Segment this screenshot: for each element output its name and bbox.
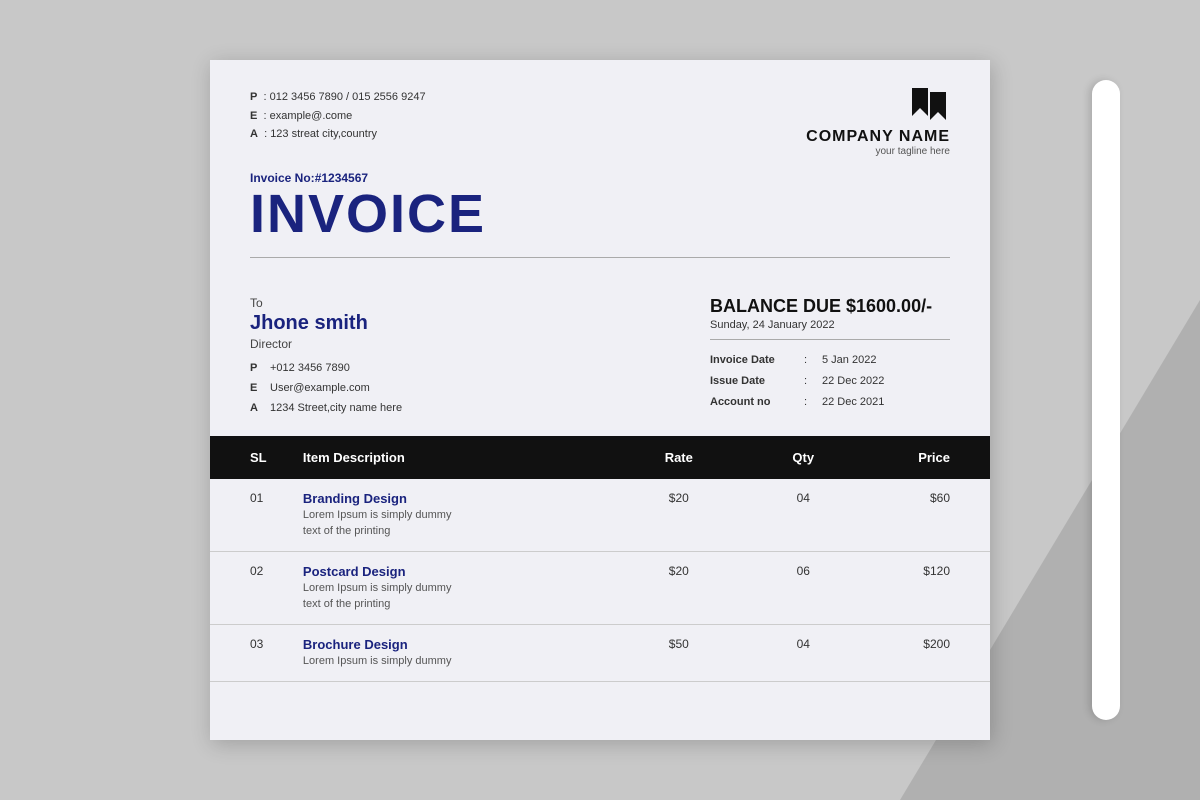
company-name: COMPANY NAME: [806, 128, 950, 146]
phone-label: P: [250, 91, 257, 103]
issue-date-row: Issue Date : 22 Dec 2022: [710, 371, 950, 392]
th-price: Price: [865, 436, 990, 479]
invoice-table: SL Item Description Rate Qty Price 01 Br…: [210, 436, 990, 682]
cell-sl: 01: [210, 479, 293, 551]
client-name: Jhone smith: [250, 312, 402, 335]
th-rate: Rate: [617, 436, 741, 479]
invoice-date-value: 5 Jan 2022: [822, 350, 876, 371]
issue-date-value: 22 Dec 2022: [822, 371, 884, 392]
cell-qty: 06: [741, 552, 865, 625]
cell-description: Branding Design Lorem Ipsum is simply du…: [293, 479, 617, 551]
balance-due: BALANCE DUE $1600.00/-: [710, 296, 950, 317]
invoice-number: #1234567: [315, 171, 368, 185]
cell-price: $60: [865, 479, 990, 551]
item-desc: Lorem Ipsum is simply dummytext of the p…: [303, 508, 607, 539]
client-phone-value: +012 3456 7890: [270, 359, 350, 379]
item-desc: Lorem Ipsum is simply dummytext of the p…: [303, 581, 607, 612]
client-address-value: 1234 Street,city name here: [270, 399, 402, 419]
company-tagline: your tagline here: [876, 146, 951, 157]
invoice-details: Invoice Date : 5 Jan 2022 Issue Date : 2…: [710, 350, 950, 413]
cell-rate: $20: [617, 479, 741, 551]
account-no-label: Account no: [710, 392, 800, 413]
client-email-row: E User@example.com: [250, 379, 402, 399]
email-label: E: [250, 110, 257, 122]
billing-row: To Jhone smith Director P +012 3456 7890…: [210, 296, 990, 418]
client-email-label: E: [250, 379, 264, 399]
cell-description: Postcard Design Lorem Ipsum is simply du…: [293, 552, 617, 625]
header-row: P : 012 3456 7890 / 015 2556 9247 E : ex…: [250, 88, 950, 157]
cell-qty: 04: [741, 624, 865, 681]
binder-spine: [1092, 80, 1120, 720]
bill-to-block: To Jhone smith Director P +012 3456 7890…: [250, 296, 402, 418]
item-desc: Lorem Ipsum is simply dummy: [303, 654, 607, 669]
header-divider: [250, 257, 950, 258]
email-line: E : example@.come: [250, 107, 426, 126]
contact-info: P : 012 3456 7890 / 015 2556 9247 E : ex…: [250, 88, 426, 144]
client-email-value: User@example.com: [270, 379, 370, 399]
th-description: Item Description: [293, 436, 617, 479]
table-row: 01 Branding Design Lorem Ipsum is simply…: [210, 479, 990, 551]
cell-sl: 03: [210, 624, 293, 681]
paper-top: P : 012 3456 7890 / 015 2556 9247 E : ex…: [210, 60, 990, 296]
invoice-date-row: Invoice Date : 5 Jan 2022: [710, 350, 950, 371]
item-name: Branding Design: [303, 491, 607, 506]
invoice-paper: P : 012 3456 7890 / 015 2556 9247 E : ex…: [210, 60, 990, 740]
invoice-title: INVOICE: [250, 187, 950, 241]
balance-date: Sunday, 24 January 2022: [710, 319, 950, 331]
cell-price: $120: [865, 552, 990, 625]
cell-price: $200: [865, 624, 990, 681]
item-name: Postcard Design: [303, 564, 607, 579]
invoice-date-label: Invoice Date: [710, 350, 800, 371]
table-row: 03 Brochure Design Lorem Ipsum is simply…: [210, 624, 990, 681]
invoice-number-prefix: Invoice No:: [250, 171, 315, 185]
email-value: example@.come: [270, 110, 353, 122]
to-label: To: [250, 296, 402, 310]
issue-date-label: Issue Date: [710, 371, 800, 392]
client-role: Director: [250, 337, 402, 351]
address-value: 123 streat city,country: [270, 128, 377, 140]
cell-description: Brochure Design Lorem Ipsum is simply du…: [293, 624, 617, 681]
cell-rate: $20: [617, 552, 741, 625]
invoice-number-line: Invoice No:#1234567: [250, 171, 950, 185]
client-contact: P +012 3456 7890 E User@example.com A 12…: [250, 359, 402, 418]
client-phone-row: P +012 3456 7890: [250, 359, 402, 379]
th-sl: SL: [210, 436, 293, 479]
phone-line: P : 012 3456 7890 / 015 2556 9247: [250, 88, 426, 107]
item-name: Brochure Design: [303, 637, 607, 652]
address-line: A : 123 streat city,country: [250, 125, 426, 144]
th-qty: Qty: [741, 436, 865, 479]
account-no-value: 22 Dec 2021: [822, 392, 884, 413]
client-phone-label: P: [250, 359, 264, 379]
cell-rate: $50: [617, 624, 741, 681]
client-address-row: A 1234 Street,city name here: [250, 399, 402, 419]
table-row: 02 Postcard Design Lorem Ipsum is simply…: [210, 552, 990, 625]
cell-sl: 02: [210, 552, 293, 625]
company-logo-icon: [908, 88, 950, 124]
balance-divider: [710, 339, 950, 340]
cell-qty: 04: [741, 479, 865, 551]
phone-value: 012 3456 7890 / 015 2556 9247: [270, 91, 426, 103]
balance-block: BALANCE DUE $1600.00/- Sunday, 24 Januar…: [710, 296, 950, 413]
table-header-row: SL Item Description Rate Qty Price: [210, 436, 990, 479]
account-no-row: Account no : 22 Dec 2021: [710, 392, 950, 413]
company-block: COMPANY NAME your tagline here: [806, 88, 950, 157]
client-address-label: A: [250, 399, 264, 419]
address-label: A: [250, 128, 258, 140]
